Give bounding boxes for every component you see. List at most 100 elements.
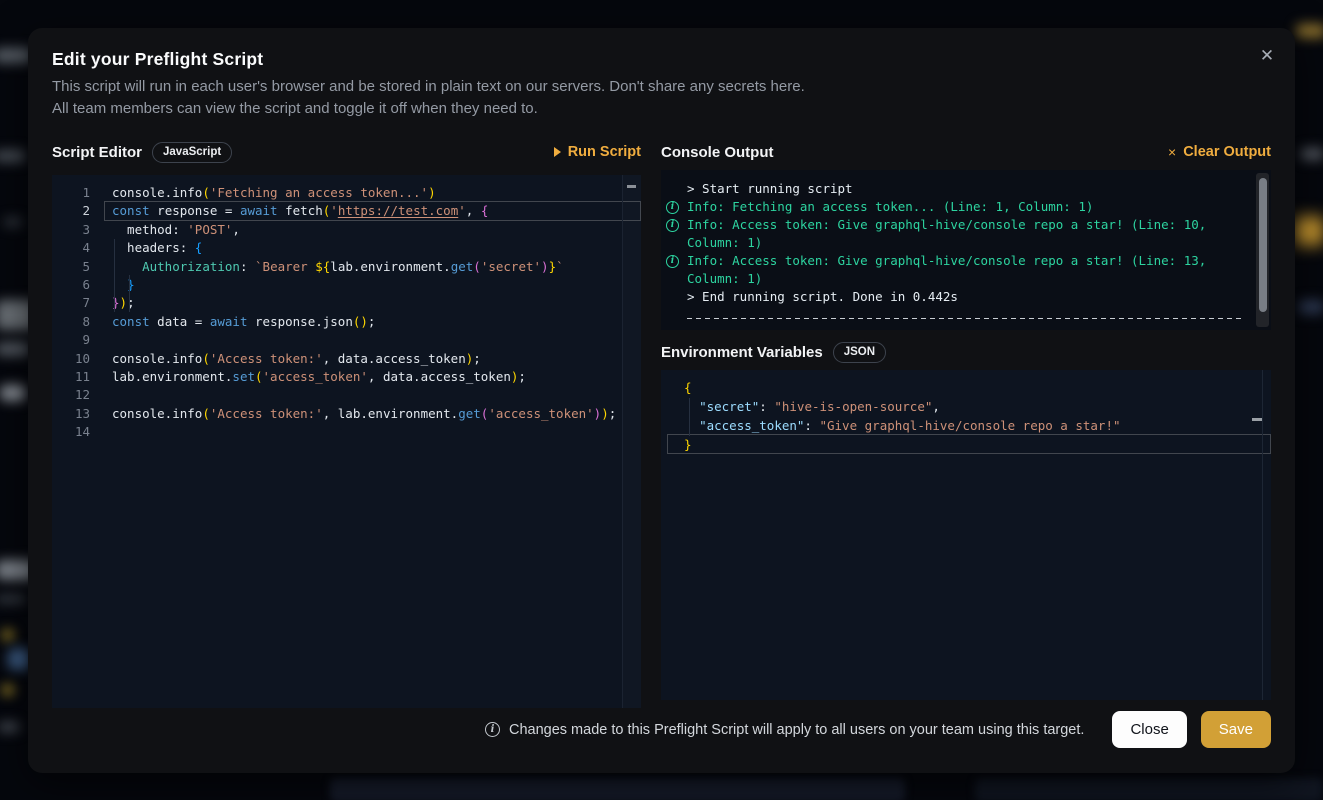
modal-footer: i Changes made to this Preflight Script … xyxy=(52,711,1271,748)
backdrop-shape xyxy=(0,150,26,162)
footer-note: i Changes made to this Preflight Script … xyxy=(485,722,1084,738)
close-icon[interactable]: ✕ xyxy=(1255,44,1279,68)
current-line-highlight xyxy=(667,434,1271,454)
line-number: 3 xyxy=(52,221,90,239)
code-line[interactable]: "secret": "hive-is-open-source", xyxy=(661,397,1271,416)
line-text: "access_token": "Give graphql-hive/conso… xyxy=(661,418,1121,433)
line-number: 13 xyxy=(52,405,90,423)
indent-guide xyxy=(129,275,130,312)
line-number: 6 xyxy=(52,276,90,294)
line-number: 1 xyxy=(52,184,90,202)
line-text: console.info('Access token:', lab.enviro… xyxy=(90,406,616,421)
backdrop-shape xyxy=(0,722,20,732)
console-separator xyxy=(687,318,1243,319)
code-line[interactable]: 4 headers: { xyxy=(52,239,641,257)
console-entry-text: Info: Access token: Give graphql-hive/co… xyxy=(687,216,1245,252)
line-text: headers: { xyxy=(90,240,202,255)
line-text: } xyxy=(661,437,692,452)
code-line[interactable]: 14 xyxy=(52,423,641,441)
console-log-list: > Start running script i Info: Fetching an… xyxy=(661,170,1271,330)
code-line[interactable]: 2const response = await fetch('https://t… xyxy=(52,202,641,220)
code-line[interactable]: 10console.info('Access token:', data.acc… xyxy=(52,350,641,368)
clear-output-button[interactable]: × Clear Output xyxy=(1168,144,1271,160)
overview-ruler-marker xyxy=(1252,418,1262,421)
backdrop-shape xyxy=(0,385,26,401)
line-text: Authorization: `Bearer ${lab.environment… xyxy=(90,259,564,274)
play-icon xyxy=(554,147,561,157)
console-entry-log: > Start running script xyxy=(687,180,1245,198)
console-entry-info: iInfo: Access token: Give graphql-hive/c… xyxy=(687,252,1245,288)
line-text xyxy=(90,332,112,347)
line-number: 5 xyxy=(52,258,90,276)
backdrop-shape xyxy=(975,778,1323,800)
line-text: const data = await response.json(); xyxy=(90,314,375,329)
line-number: 2 xyxy=(52,202,90,220)
console-header: Console Output × Clear Output xyxy=(661,140,1271,164)
backdrop-shape xyxy=(2,630,14,640)
modal-description-line1: This script will run in each user's brow… xyxy=(52,78,805,95)
close-button[interactable]: Close xyxy=(1112,711,1186,748)
run-script-label: Run Script xyxy=(568,144,641,160)
script-editor-header: Script Editor JavaScript Run Script xyxy=(52,140,641,164)
line-number: 11 xyxy=(52,368,90,386)
env-vars-header: Environment Variables JSON xyxy=(661,340,1271,364)
backdrop-shape xyxy=(8,648,30,670)
backdrop-shape xyxy=(1300,148,1323,160)
code-line[interactable]: 11lab.environment.set('access_token', da… xyxy=(52,368,641,386)
script-editor-code: 1console.info('Fetching an access token.… xyxy=(52,175,641,708)
backdrop-shape xyxy=(1296,24,1323,38)
line-number: 7 xyxy=(52,294,90,312)
console-entry-info: iInfo: Access token: Give graphql-hive/c… xyxy=(687,216,1245,252)
line-number: 14 xyxy=(52,423,90,441)
save-button[interactable]: Save xyxy=(1201,711,1271,748)
run-script-button[interactable]: Run Script xyxy=(554,144,641,160)
backdrop-shape xyxy=(330,778,905,800)
backdrop-shape xyxy=(0,595,26,603)
editor-scrollbar-gutter[interactable] xyxy=(622,175,641,708)
json-badge: JSON xyxy=(833,342,886,363)
footer-note-text: Changes made to this Preflight Script wi… xyxy=(509,722,1084,738)
code-line[interactable]: 8const data = await response.json(); xyxy=(52,313,641,331)
backdrop-shape xyxy=(1294,216,1323,246)
javascript-badge: JavaScript xyxy=(152,142,232,163)
line-text: { xyxy=(661,380,692,395)
line-text: const response = await fetch('https://te… xyxy=(90,203,488,218)
backdrop-shape xyxy=(4,218,22,226)
console-output[interactable]: > Start running script i Info: Fetching an… xyxy=(661,170,1271,330)
modal-description-line2: All team members can view the script and… xyxy=(52,100,538,117)
line-text: lab.environment.set('access_token', data… xyxy=(90,369,526,384)
env-vars-editor[interactable]: { "secret": "hive-is-open-source", "acce… xyxy=(661,370,1271,700)
preflight-script-modal: ✕ Edit your Preflight Script This script… xyxy=(28,28,1295,773)
line-text xyxy=(90,424,112,439)
code-line[interactable]: } xyxy=(661,435,1271,454)
console-entry-log: > End running script. Done in 0.442s xyxy=(687,288,1245,306)
console-entry-text: > Start running script xyxy=(687,180,1245,198)
env-vars-code: { "secret": "hive-is-open-source", "acce… xyxy=(661,370,1271,700)
script-editor[interactable]: 1console.info('Fetching an access token.… xyxy=(52,175,641,708)
indent-guide xyxy=(114,239,115,312)
line-text xyxy=(90,387,112,402)
env-vars-title: Environment Variables xyxy=(661,344,823,361)
code-line[interactable]: 1console.info('Fetching an access token.… xyxy=(52,184,641,202)
indent-guide xyxy=(689,398,690,436)
console-entry-text: Info: Fetching an access token... (Line:… xyxy=(687,198,1245,216)
code-line[interactable]: 3 method: 'POST', xyxy=(52,221,641,239)
clear-icon: × xyxy=(1168,144,1176,160)
console-scrollbar-thumb[interactable] xyxy=(1259,178,1267,312)
overview-ruler-marker xyxy=(627,185,636,188)
info-icon: i xyxy=(666,255,679,268)
env-scrollbar-gutter xyxy=(1262,370,1263,700)
line-text: method: 'POST', xyxy=(90,222,240,237)
line-text: console.info('Fetching an access token..… xyxy=(90,185,436,200)
code-line[interactable]: "access_token": "Give graphql-hive/conso… xyxy=(661,416,1271,435)
backdrop-shape xyxy=(0,342,30,356)
code-line[interactable]: 13console.info('Access token:', lab.envi… xyxy=(52,405,641,423)
code-line[interactable]: 5 Authorization: `Bearer ${lab.environme… xyxy=(52,258,641,276)
code-line[interactable]: 9 xyxy=(52,331,641,349)
code-line[interactable]: 7}); xyxy=(52,294,641,312)
code-line[interactable]: { xyxy=(661,378,1271,397)
info-icon: i xyxy=(666,219,679,232)
code-line[interactable]: 12 xyxy=(52,386,641,404)
code-line[interactable]: 6 } xyxy=(52,276,641,294)
backdrop-shape xyxy=(2,685,14,695)
